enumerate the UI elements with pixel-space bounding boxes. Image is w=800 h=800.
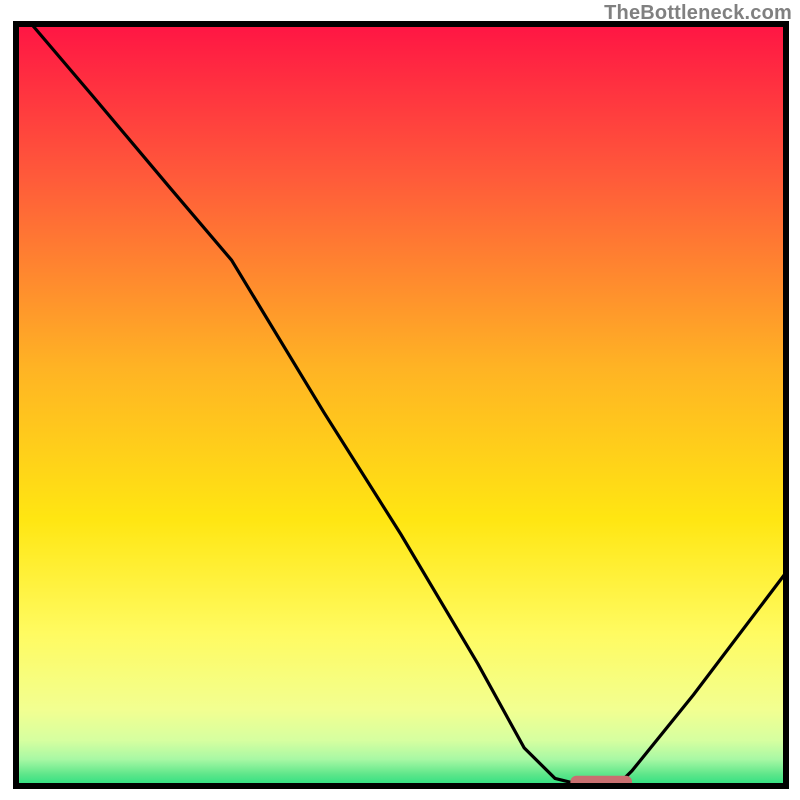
bottleneck-chart	[0, 0, 800, 800]
plot-background	[16, 24, 786, 786]
chart-container: TheBottleneck.com	[0, 0, 800, 800]
watermark-text: TheBottleneck.com	[604, 2, 792, 25]
